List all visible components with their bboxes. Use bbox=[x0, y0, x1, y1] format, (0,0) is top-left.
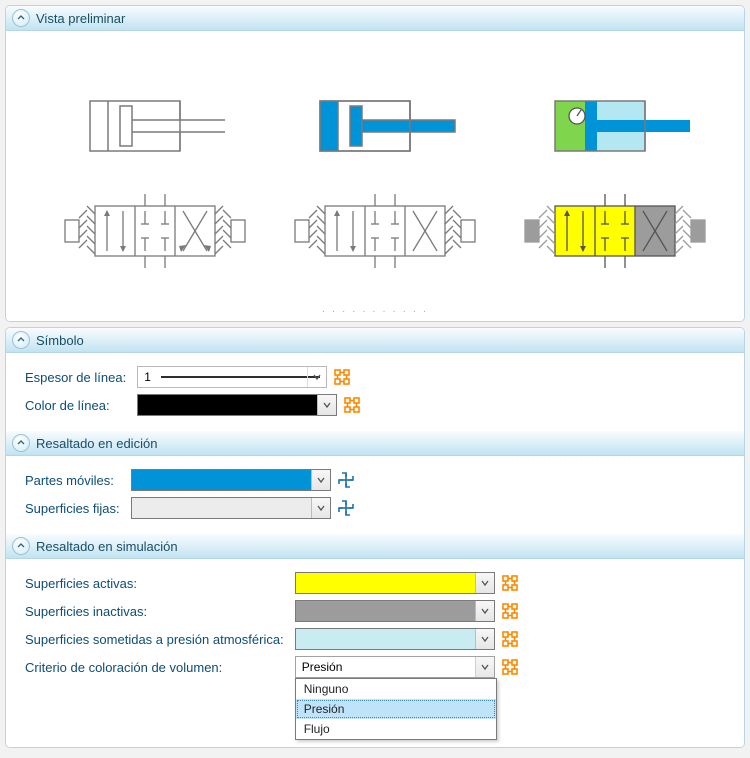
reset-line-color-button[interactable] bbox=[343, 396, 361, 414]
chevron-down-icon bbox=[317, 395, 336, 415]
chevron-down-icon bbox=[475, 573, 494, 593]
criterion-option-flujo[interactable]: Flujo bbox=[296, 719, 496, 739]
active-surfaces-label: Superficies activas: bbox=[24, 571, 294, 595]
chevron-down-icon bbox=[311, 498, 330, 518]
chevron-down-icon bbox=[475, 629, 494, 649]
line-thickness-value: 1 bbox=[144, 370, 151, 384]
edit-highlight-title: Resaltado en edición bbox=[36, 436, 157, 451]
symbol-title: Símbolo bbox=[36, 333, 84, 348]
atm-surfaces-color-picker[interactable] bbox=[295, 628, 495, 650]
reset-inactive-surfaces-button[interactable] bbox=[501, 602, 519, 620]
chevron-down-icon bbox=[307, 367, 326, 387]
criterion-option-ninguno[interactable]: Ninguno bbox=[296, 679, 496, 699]
edit-highlight-header[interactable]: Resaltado en edición bbox=[6, 431, 744, 456]
line-thickness-label: Espesor de línea: bbox=[24, 365, 136, 389]
inactive-surfaces-color-picker[interactable] bbox=[295, 600, 495, 622]
fixed-surfaces-label: Superficies fijas: bbox=[24, 496, 130, 520]
line-color-label: Color de línea: bbox=[24, 393, 136, 417]
resize-grip[interactable]: · · · · · · · · · · · bbox=[6, 306, 744, 317]
line-color-picker[interactable] bbox=[137, 394, 337, 416]
volume-criterion-dropdown: Ninguno Presión Flujo bbox=[295, 678, 497, 740]
collapse-icon[interactable] bbox=[12, 434, 30, 452]
reset-atm-surfaces-button[interactable] bbox=[501, 630, 519, 648]
volume-criterion-value: Presión bbox=[302, 660, 343, 674]
preview-panel: Vista preliminar bbox=[5, 5, 745, 322]
active-surfaces-color-picker[interactable] bbox=[295, 572, 495, 594]
preview-diagram bbox=[10, 31, 740, 311]
moving-parts-label: Partes móviles: bbox=[24, 468, 130, 492]
reset-fixed-surfaces-button[interactable] bbox=[337, 499, 355, 517]
line-thickness-select[interactable]: 1 bbox=[137, 366, 327, 388]
criterion-option-presion[interactable]: Presión bbox=[296, 699, 496, 719]
chevron-down-icon bbox=[311, 470, 330, 490]
sim-highlight-header[interactable]: Resaltado en simulación bbox=[6, 534, 744, 559]
preview-body: · · · · · · · · · · · bbox=[6, 31, 744, 321]
inactive-surfaces-label: Superficies inactivas: bbox=[24, 599, 294, 623]
collapse-icon[interactable] bbox=[12, 537, 30, 555]
sim-highlight-title: Resaltado en simulación bbox=[36, 539, 178, 554]
chevron-down-icon bbox=[475, 601, 494, 621]
reset-volume-criterion-button[interactable] bbox=[501, 658, 519, 676]
collapse-icon[interactable] bbox=[12, 9, 30, 27]
preview-header[interactable]: Vista preliminar bbox=[6, 6, 744, 31]
symbol-header[interactable]: Símbolo bbox=[6, 328, 744, 353]
preview-title: Vista preliminar bbox=[36, 11, 125, 26]
fixed-surfaces-color-picker[interactable] bbox=[131, 497, 331, 519]
atm-surfaces-label: Superficies sometidas a presión atmosfér… bbox=[24, 627, 294, 651]
reset-moving-parts-button[interactable] bbox=[337, 471, 355, 489]
collapse-icon[interactable] bbox=[12, 331, 30, 349]
reset-active-surfaces-button[interactable] bbox=[501, 574, 519, 592]
reset-line-thickness-button[interactable] bbox=[333, 368, 351, 386]
symbol-panel: Símbolo Espesor de línea: 1 bbox=[5, 327, 745, 748]
volume-criterion-label: Criterio de coloración de volumen: bbox=[24, 655, 294, 679]
moving-parts-color-picker[interactable] bbox=[131, 469, 331, 491]
chevron-down-icon bbox=[475, 657, 494, 677]
volume-criterion-select[interactable]: Presión Ninguno Presión Flujo bbox=[295, 656, 495, 678]
